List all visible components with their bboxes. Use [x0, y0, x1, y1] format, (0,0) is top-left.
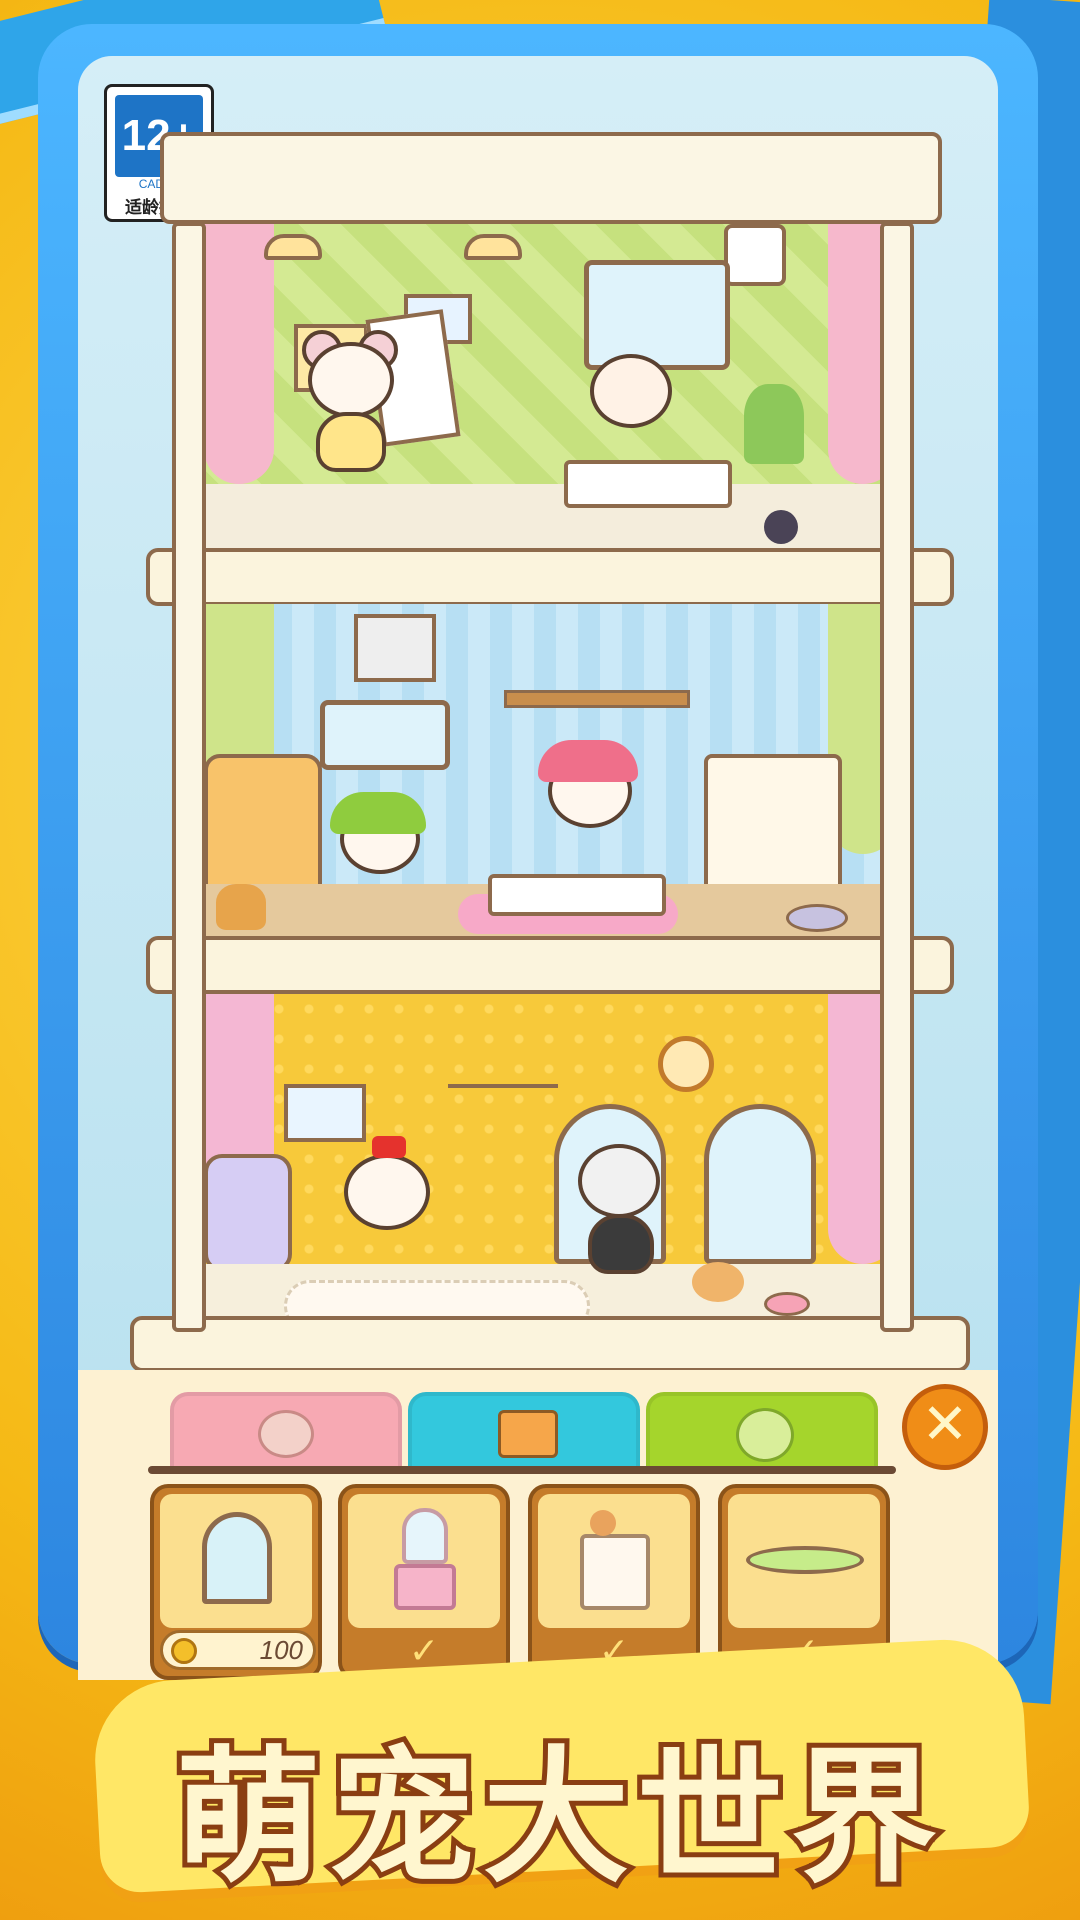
- ceiling-lamp-icon: [264, 234, 322, 260]
- mini-fridge-icon[interactable]: [204, 1154, 292, 1272]
- close-button[interactable]: ✕: [902, 1384, 988, 1470]
- dining-table: [488, 874, 666, 916]
- item-face: [728, 1494, 880, 1628]
- living-room[interactable]: [204, 994, 898, 1334]
- dresser-icon: [580, 1534, 650, 1610]
- hamster-butler-body: [588, 1214, 654, 1274]
- coin-icon: [171, 1638, 197, 1664]
- kitchen[interactable]: [204, 604, 898, 944]
- building-roof: [160, 132, 942, 224]
- oval-rug-icon: [746, 1546, 864, 1574]
- fridge-icon[interactable]: [204, 754, 322, 902]
- hamster-icon: [258, 1410, 314, 1458]
- floor-slab: [146, 936, 954, 994]
- dog-icon[interactable]: [216, 884, 266, 930]
- art-room[interactable]: [204, 224, 898, 554]
- curtain-left: [204, 224, 274, 484]
- game-title: 萌宠大世界: [170, 1728, 945, 1908]
- plant-icon: [744, 384, 804, 464]
- tab-furniture[interactable]: [408, 1392, 640, 1470]
- hamster-painter[interactable]: [308, 342, 394, 418]
- teddy-bear-icon: [590, 1510, 616, 1536]
- wall-fan-icon: [724, 224, 786, 286]
- arched-window: [704, 1104, 816, 1264]
- pet-bowl-icon: [764, 1292, 810, 1316]
- character-girl[interactable]: [590, 354, 672, 428]
- cat-icon[interactable]: [764, 510, 798, 544]
- table: [564, 460, 732, 508]
- window: [584, 260, 730, 370]
- item-price: 100: [259, 1635, 303, 1665]
- vanity-base: [394, 1564, 456, 1610]
- shop-item-arched-window[interactable]: 100: [150, 1484, 322, 1680]
- wall-painting: [284, 1084, 366, 1142]
- hamster-upgrade-icon: [736, 1408, 794, 1462]
- robot-vacuum-icon[interactable]: [786, 904, 848, 932]
- cupboard-icon[interactable]: [704, 754, 842, 902]
- pillar-left: [172, 222, 206, 1332]
- bow-icon: [372, 1136, 406, 1158]
- ceiling-lamp-icon: [464, 234, 522, 260]
- dresser-icon: [498, 1410, 558, 1458]
- hamster-purple-hair[interactable]: [344, 1154, 430, 1230]
- arched-window-icon: [202, 1512, 272, 1604]
- tab-rail: [148, 1466, 896, 1474]
- vanity-mirror-icon: [402, 1508, 448, 1564]
- hamster-butler[interactable]: [578, 1144, 660, 1218]
- window: [320, 700, 450, 770]
- shop-item-dresser[interactable]: ✓: [528, 1484, 700, 1680]
- tab-upgrade[interactable]: [646, 1392, 878, 1470]
- hamster-painter-body: [316, 412, 386, 472]
- shelf: [504, 690, 690, 708]
- item-face: [348, 1494, 500, 1628]
- tab-pets[interactable]: [170, 1392, 402, 1470]
- clock-icon: [658, 1036, 714, 1092]
- shop-item-vanity[interactable]: ✓: [338, 1484, 510, 1680]
- hair: [538, 740, 638, 782]
- item-face: [160, 1494, 312, 1628]
- chandelier-icon: [448, 1034, 558, 1088]
- pillar-right: [880, 222, 914, 1332]
- hair: [330, 792, 426, 834]
- floor-slab: [130, 1316, 970, 1372]
- floor-slab: [146, 548, 954, 606]
- item-face: [538, 1494, 690, 1628]
- range-hood-icon: [354, 614, 436, 682]
- pomeranian-icon[interactable]: [692, 1262, 744, 1302]
- price-tag: 100: [160, 1630, 316, 1670]
